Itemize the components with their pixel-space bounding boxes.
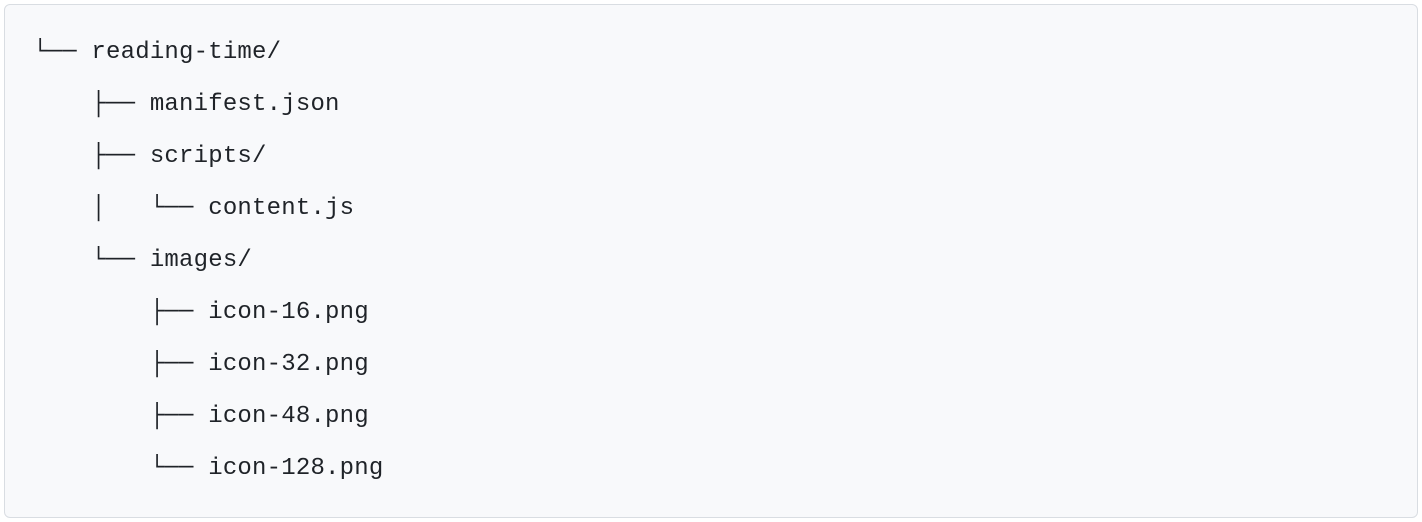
tree-line: │ └── content.js: [33, 183, 1389, 235]
tree-line: ├── icon-16.png: [33, 287, 1389, 339]
tree-line: └── icon-128.png: [33, 443, 1389, 495]
tree-line: ├── scripts/: [33, 131, 1389, 183]
tree-line: └── images/: [33, 235, 1389, 287]
tree-line: ├── icon-48.png: [33, 391, 1389, 443]
tree-line: ├── icon-32.png: [33, 339, 1389, 391]
tree-line: ├── manifest.json: [33, 79, 1389, 131]
code-block: └── reading-time/ ├── manifest.json ├── …: [4, 4, 1418, 518]
tree-line: └── reading-time/: [33, 27, 1389, 79]
